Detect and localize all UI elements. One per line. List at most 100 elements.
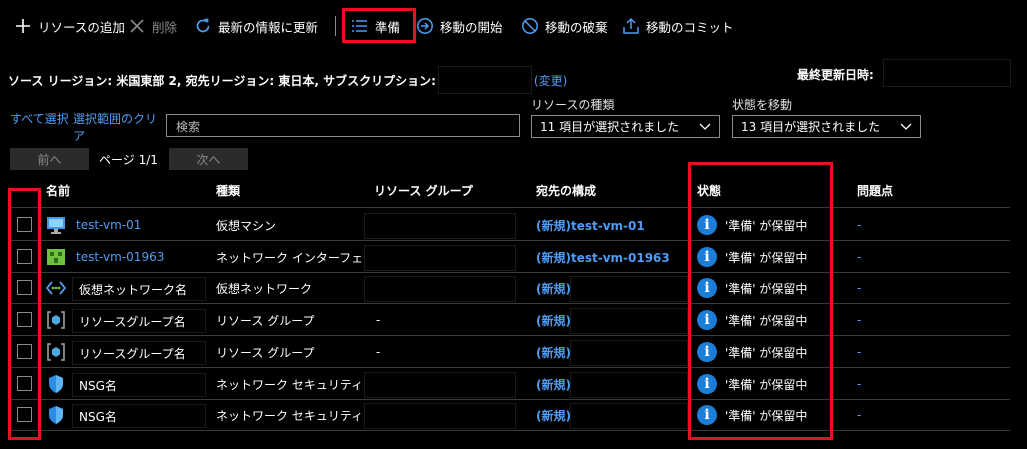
row-divider (8, 335, 1010, 336)
row-name-link[interactable]: test-vm-01 (76, 215, 141, 235)
row-destination-redacted (570, 403, 688, 429)
row-resource-group-redacted (364, 403, 516, 429)
page-indicator: ページ 1/1 (99, 153, 158, 167)
resource-type-value: 11 項目が選択されました (540, 120, 680, 134)
cancel-circle-icon (521, 17, 539, 35)
search-input[interactable]: 検索 (166, 114, 520, 137)
delete-button[interactable]: 削除 (128, 14, 177, 38)
row-divider (8, 430, 1010, 431)
resource-type-label: リソースの種類 (531, 98, 615, 112)
row-destination-link[interactable]: (新規) (536, 310, 571, 330)
nsg-icon (45, 404, 67, 426)
next-page-button[interactable]: 次へ (169, 148, 248, 170)
row-name-link[interactable]: test-vm-01963 (76, 247, 164, 267)
row-issues: - (857, 408, 862, 422)
refresh-button[interactable]: 最新の情報に更新 (194, 14, 318, 38)
highlight-prepare-box (342, 8, 416, 43)
highlight-state-column (688, 162, 833, 440)
row-resource-group: - (376, 345, 381, 359)
row-name: NSG名 (72, 404, 206, 428)
row-name: リソースグループ名 (72, 309, 206, 333)
vm-icon (45, 214, 67, 236)
commit-move-button[interactable]: 移動のコミット (622, 14, 734, 38)
toolbar-divider (335, 16, 336, 36)
col-header-resource-group[interactable]: リソース グループ (374, 182, 473, 199)
col-header-type[interactable]: 種類 (216, 182, 240, 199)
row-divider (8, 303, 1010, 304)
row-destination-link[interactable]: (新規) (536, 405, 571, 425)
subscription-label: サブスクリプション: (323, 73, 436, 88)
row-resource-group-redacted (364, 213, 516, 239)
chevron-down-icon (699, 120, 711, 134)
refresh-label: 最新の情報に更新 (218, 19, 319, 35)
add-resources-button[interactable]: リソースの追加 (14, 14, 125, 38)
add-resources-label: リソースの追加 (38, 19, 125, 35)
row-name: NSG名 (72, 373, 206, 397)
resource-type-dropdown[interactable]: 11 項目が選択されました (531, 115, 720, 138)
highlight-checkbox-column (8, 188, 41, 440)
row-destination-link[interactable]: (新規) (536, 342, 571, 362)
row-destination-link[interactable]: (新規)test-vm-01 (536, 215, 645, 235)
col-header-name[interactable]: 名前 (46, 182, 70, 199)
row-type: リソース グループ (216, 313, 315, 328)
col-header-issues[interactable]: 問題点 (857, 182, 893, 199)
move-state-dropdown[interactable]: 13 項目が選択されました (732, 115, 921, 138)
commit-move-label: 移動のコミット (646, 19, 734, 35)
row-issues: - (857, 250, 862, 264)
row-issues: - (857, 377, 862, 391)
source-region-label: ソース リージョン: (8, 73, 113, 88)
discard-move-button[interactable]: 移動の破棄 (521, 14, 608, 38)
vnet-icon (45, 277, 67, 299)
row-destination-redacted (570, 308, 688, 334)
arrow-circle-right-icon (416, 17, 434, 35)
row-divider (8, 240, 1010, 241)
row-issues: - (857, 345, 862, 359)
move-state-label: 状態を移動 (732, 98, 793, 112)
row-destination-link[interactable]: (新規) (536, 374, 571, 394)
delete-label: 削除 (152, 19, 178, 35)
row-destination-redacted (570, 276, 688, 302)
upload-icon (622, 17, 640, 35)
select-all-link[interactable]: すべて選択 (10, 111, 70, 128)
row-resource-group-redacted (364, 245, 516, 271)
chevron-down-icon (900, 120, 912, 134)
last-updated-label: 最終更新日時: (797, 68, 874, 82)
row-divider (8, 272, 1010, 273)
row-issues: - (857, 313, 862, 327)
discard-move-label: 移動の破棄 (545, 19, 608, 35)
source-region-value: 米国東部 2, (116, 73, 182, 88)
row-type: ネットワーク インターフェイス (216, 250, 387, 265)
nic-icon (45, 246, 67, 268)
target-region-value: 東日本, (278, 73, 319, 88)
clear-selection-link[interactable]: 選択範囲のクリア (73, 111, 161, 145)
resource-group-icon (45, 309, 67, 331)
row-destination-link[interactable]: (新規) (536, 278, 571, 298)
row-name: リソースグループ名 (72, 341, 206, 365)
row-divider (8, 399, 1010, 400)
plus-icon (14, 17, 32, 35)
col-header-destination[interactable]: 宛先の構成 (536, 182, 596, 199)
row-destination-redacted (570, 372, 688, 398)
row-resource-group-redacted (364, 372, 516, 398)
row-destination-link[interactable]: (新規)test-vm-01963 (536, 247, 670, 267)
row-issues: - (857, 218, 862, 232)
row-type: 仮想マシン (216, 218, 277, 233)
toolbar: リソースの追加 削除 最新の情報に更新 準備 移動の開始 移動の破棄 移動のコミ… (0, 0, 1027, 52)
row-destination-redacted (570, 340, 688, 366)
target-region-label: 宛先リージョン: (185, 73, 275, 88)
prev-page-button[interactable]: 前へ (10, 148, 89, 170)
resource-group-icon (45, 341, 67, 363)
move-state-value: 13 項目が選択されました (741, 120, 881, 134)
close-icon (128, 17, 146, 35)
initiate-move-label: 移動の開始 (440, 19, 503, 35)
initiate-move-button[interactable]: 移動の開始 (416, 14, 503, 38)
row-type: 仮想ネットワーク (216, 281, 313, 296)
nsg-icon (45, 373, 67, 395)
row-type: リソース グループ (216, 345, 315, 360)
row-issues: - (857, 281, 862, 295)
region-info: ソース リージョン: 米国東部 2, 宛先リージョン: 東日本, サブスクリプシ… (8, 66, 567, 94)
last-updated-redacted (883, 59, 1011, 87)
row-divider (8, 367, 1010, 368)
subscription-redacted (437, 66, 532, 94)
change-link[interactable]: (変更) (534, 72, 567, 89)
